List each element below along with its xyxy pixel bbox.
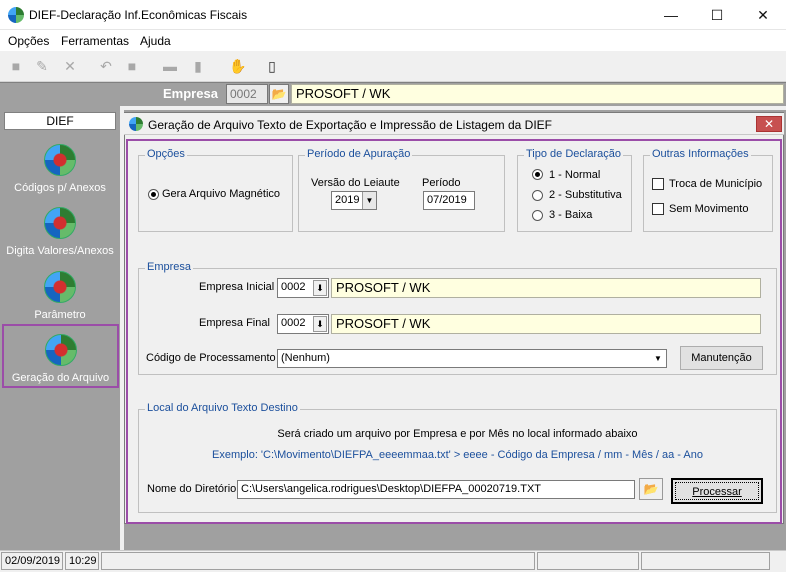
empresa-group: Empresa Empresa Inicial 0002 ⬇ PROSOFT /… xyxy=(138,261,777,375)
sidebar-item-geracao[interactable]: Geração do Arquivo xyxy=(2,324,119,388)
close-button[interactable]: ✕ xyxy=(740,0,786,30)
maximize-button[interactable]: ☐ xyxy=(694,0,740,30)
globe-icon xyxy=(44,144,76,176)
sem-movimento-label: Sem Movimento xyxy=(669,203,749,215)
handshake-icon[interactable]: ✋ xyxy=(228,56,248,76)
versao-value: 2019 xyxy=(335,194,360,206)
empresa-inicial-label: Empresa Inicial xyxy=(199,281,275,293)
tipo-baixa-radio[interactable] xyxy=(532,210,543,221)
sidebar-item-codigos[interactable]: Códigos p/ Anexos xyxy=(4,144,116,194)
empresa-final-name: PROSOFT / WK xyxy=(331,314,761,334)
sidebar-item-label: Parâmetro xyxy=(34,309,86,321)
periodo-label: Período xyxy=(422,177,461,189)
empresa-final-label: Empresa Final xyxy=(199,317,270,329)
tipo-group: Tipo de Declaração 1 - Normal 2 - Substi… xyxy=(517,148,632,232)
periodo-group: Período de Apuração Versão do Leiaute 20… xyxy=(298,148,505,232)
folder-open-icon[interactable]: 📂 xyxy=(269,84,289,104)
globe-icon xyxy=(44,334,77,366)
versao-select[interactable]: 2019 ▼ xyxy=(331,191,377,210)
tipo-baixa-label: 3 - Baixa xyxy=(549,209,593,221)
folder-open-icon[interactable]: 📂 xyxy=(639,478,663,500)
dialog-close-button[interactable]: ✕ xyxy=(756,116,782,132)
status-time: 10:29 xyxy=(65,552,99,570)
local-group: Local do Arquivo Texto Destino Será cria… xyxy=(138,402,777,513)
outras-group: Outras Informações Troca de Município Se… xyxy=(643,148,773,232)
diretorio-input[interactable]: C:\Users\angelica.rodrigues\Desktop\DIEF… xyxy=(237,480,635,499)
sidebar-item-digita-valores[interactable]: Digita Valores/Anexos xyxy=(4,207,116,257)
exit-door-icon[interactable]: ▯ xyxy=(262,56,282,76)
empresa-code-field[interactable]: 0002 xyxy=(226,84,268,104)
sidebar-item-parametro[interactable]: Parâmetro xyxy=(4,271,116,321)
globe-icon xyxy=(44,207,76,239)
empresa-label: Empresa xyxy=(163,86,218,101)
sidebar-item-label: Geração do Arquivo xyxy=(11,372,110,384)
empresa-final-code-value: 0002 xyxy=(281,317,306,329)
menu-ferramentas[interactable]: Ferramentas xyxy=(61,34,129,48)
title-bar: DIEF-Declaração Inf.Econômicas Fiscais —… xyxy=(0,0,786,30)
new-icon[interactable]: ■ xyxy=(6,56,26,76)
processamento-value: (Nenhum) xyxy=(281,352,330,364)
menu-bar: Opções Ferramentas Ajuda xyxy=(0,30,786,51)
dialog-icon xyxy=(129,117,143,131)
outras-legend: Outras Informações xyxy=(650,148,751,160)
local-info-text: Será criado um arquivo por Empresa e por… xyxy=(277,428,638,440)
toolbar: ■ ✎ ✕ ↶ ■ ▬ ▮ ✋ ▯ xyxy=(0,51,786,82)
lookup-arrow-icon[interactable]: ⬇ xyxy=(313,316,327,332)
gera-arquivo-radio[interactable] xyxy=(148,189,159,200)
processamento-select[interactable]: (Nenhum) ▼ xyxy=(277,349,667,368)
menu-opcoes[interactable]: Opções xyxy=(8,34,49,48)
tipo-substitutiva-radio[interactable] xyxy=(532,190,543,201)
empresa-name-field: PROSOFT / WK xyxy=(291,84,784,104)
sidebar-item-label: Códigos p/ Anexos xyxy=(14,182,106,194)
empresa-final-code[interactable]: 0002 ⬇ xyxy=(277,314,329,334)
status-panel-2 xyxy=(537,552,639,570)
tipo-normal-label: 1 - Normal xyxy=(549,169,601,181)
troca-municipio-label: Troca de Município xyxy=(669,178,763,190)
versao-label: Versão do Leiaute xyxy=(311,177,400,189)
undo-icon[interactable]: ↶ xyxy=(96,56,116,76)
empresa-legend: Empresa xyxy=(145,261,194,273)
manutencao-button[interactable]: Manutenção xyxy=(680,346,763,370)
sem-movimento-checkbox[interactable] xyxy=(652,203,664,215)
tipo-legend: Tipo de Declaração xyxy=(524,148,623,160)
troca-municipio-checkbox[interactable] xyxy=(652,178,664,190)
processar-button[interactable]: Processar xyxy=(671,478,763,504)
print-icon[interactable]: ▬ xyxy=(160,56,180,76)
status-panel-1 xyxy=(101,552,535,570)
tipo-normal-radio[interactable] xyxy=(532,169,543,180)
truck-icon[interactable]: ▮ xyxy=(188,56,208,76)
chevron-down-icon: ▼ xyxy=(654,354,662,363)
empresa-inicial-name: PROSOFT / WK xyxy=(331,278,761,298)
stop-icon[interactable]: ■ xyxy=(122,56,142,76)
diretorio-label: Nome do Diretório xyxy=(147,483,237,495)
local-example-text: Exemplo: 'C:\Movimento\DIEFPA_eeeemmaa.t… xyxy=(212,449,703,461)
chevron-down-icon: ▼ xyxy=(362,192,376,209)
globe-icon xyxy=(44,271,76,303)
window-title: DIEF-Declaração Inf.Econômicas Fiscais xyxy=(29,8,248,22)
status-date: 02/09/2019 xyxy=(1,552,63,570)
empresa-inicial-code[interactable]: 0002 ⬇ xyxy=(277,278,329,298)
empresa-inicial-code-value: 0002 xyxy=(281,281,306,293)
local-legend: Local do Arquivo Texto Destino xyxy=(145,402,300,414)
periodo-input[interactable]: 07/2019 xyxy=(423,191,475,210)
tipo-substitutiva-label: 2 - Substitutiva xyxy=(549,189,622,201)
minimize-button[interactable]: — xyxy=(648,0,694,30)
gera-arquivo-label: Gera Arquivo Magnético xyxy=(162,188,281,200)
periodo-legend: Período de Apuração xyxy=(305,148,413,160)
dief-header: DIEF xyxy=(4,112,116,130)
dialog-title: Geração de Arquivo Texto de Exportação e… xyxy=(148,118,553,132)
processamento-label: Código de Processamento xyxy=(146,352,276,364)
delete-icon[interactable]: ✕ xyxy=(60,56,80,76)
empresa-bar: Empresa 0002 📂 PROSOFT / WK xyxy=(0,82,786,106)
opcoes-group: Opções Gera Arquivo Magnético xyxy=(138,148,293,232)
lookup-arrow-icon[interactable]: ⬇ xyxy=(313,280,327,296)
menu-ajuda[interactable]: Ajuda xyxy=(140,34,171,48)
edit-icon[interactable]: ✎ xyxy=(32,56,52,76)
status-panel-3 xyxy=(641,552,770,570)
app-icon xyxy=(8,7,24,23)
dialog-titlebar: Geração de Arquivo Texto de Exportação e… xyxy=(124,113,784,135)
sidebar-item-label: Digita Valores/Anexos xyxy=(6,245,114,257)
opcoes-legend: Opções xyxy=(145,148,187,160)
